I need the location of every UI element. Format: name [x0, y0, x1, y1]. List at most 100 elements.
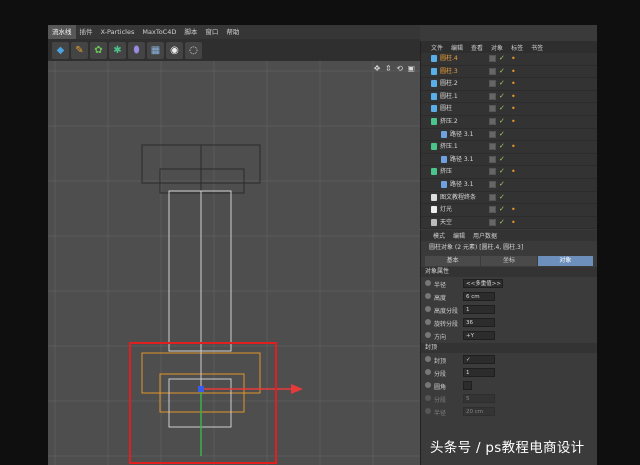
phong-tag-icon[interactable]: • — [511, 204, 516, 216]
object-name[interactable]: 圆柱.1 — [440, 91, 458, 103]
property-value-field[interactable]: 1 — [463, 305, 495, 314]
om-menu-item[interactable]: 对象 — [487, 43, 507, 52]
enabled-check-icon[interactable]: ✓ — [499, 53, 505, 65]
object-row[interactable]: 挤压 ✓ • — [421, 166, 597, 179]
enabled-check-icon[interactable]: ✓ — [499, 141, 505, 153]
visibility-toggle[interactable] — [489, 67, 496, 75]
animate-radio-icon[interactable] — [425, 395, 431, 401]
object-row[interactable]: 路径 3.1 ✓ — [421, 154, 597, 167]
enabled-check-icon[interactable]: ✓ — [499, 192, 505, 204]
object-row[interactable]: 图文教程终条 ✓ — [421, 192, 597, 205]
enabled-check-icon[interactable]: ✓ — [499, 78, 505, 90]
attr-tab[interactable]: 对象 — [537, 256, 593, 266]
visibility-toggle[interactable] — [489, 155, 496, 163]
attr-menu-item[interactable]: 用户数据 — [469, 231, 501, 240]
object-row[interactable]: 圆柱.1 ✓ • — [421, 91, 597, 104]
property-value-field[interactable]: 5 — [463, 394, 495, 403]
phong-tag-icon[interactable]: • — [511, 91, 516, 103]
light-icon[interactable]: ◌ — [185, 41, 202, 59]
object-name[interactable]: 挤压 — [440, 166, 452, 178]
visibility-toggle[interactable] — [489, 80, 496, 88]
object-name[interactable]: 图文教程终条 — [440, 192, 476, 204]
phong-tag-icon[interactable]: • — [511, 66, 516, 78]
brush-icon[interactable]: ✿ — [90, 41, 107, 59]
attr-menu-item[interactable]: 编辑 — [449, 231, 469, 240]
object-name[interactable]: 路径 3.1 — [450, 179, 473, 191]
animate-radio-icon[interactable] — [425, 332, 431, 338]
visibility-toggle[interactable] — [489, 117, 496, 125]
enabled-check-icon[interactable]: ✓ — [499, 217, 505, 229]
object-name[interactable]: 圆柱.2 — [440, 78, 458, 90]
object-row[interactable]: 天空 ✓ • — [421, 217, 597, 230]
menu-item[interactable]: 脚本 — [180, 25, 201, 39]
object-name[interactable]: 挤压.2 — [440, 116, 458, 128]
enabled-check-icon[interactable]: ✓ — [499, 166, 505, 178]
visibility-toggle[interactable] — [489, 55, 496, 62]
object-name[interactable]: 路径 3.1 — [450, 154, 473, 166]
attr-tab[interactable]: 坐标 — [481, 256, 537, 266]
visibility-toggle[interactable] — [489, 218, 496, 226]
object-name[interactable]: 圆柱 — [440, 103, 452, 115]
attr-menu-item[interactable]: 模式 — [429, 231, 449, 240]
animate-radio-icon[interactable] — [425, 356, 431, 362]
property-value-field[interactable]: 1 — [463, 368, 495, 377]
cube-icon[interactable]: ◆ — [52, 41, 69, 59]
visibility-toggle[interactable] — [489, 105, 496, 113]
animate-radio-icon[interactable] — [425, 319, 431, 325]
phong-tag-icon[interactable]: • — [511, 78, 516, 90]
animate-radio-icon[interactable] — [425, 280, 431, 286]
enabled-check-icon[interactable]: ✓ — [499, 179, 505, 191]
visibility-toggle[interactable] — [489, 168, 496, 176]
property-value-field[interactable]: 20 cm — [463, 407, 495, 416]
visibility-toggle[interactable] — [489, 180, 496, 188]
enabled-check-icon[interactable]: ✓ — [499, 129, 505, 141]
attr-tab[interactable]: 基本 — [425, 256, 481, 266]
visibility-toggle[interactable] — [489, 143, 496, 151]
object-row[interactable]: 路径 3.1 ✓ — [421, 179, 597, 192]
shape-icon[interactable]: ⬮ — [128, 41, 145, 59]
property-value-field[interactable]: 36 — [463, 318, 495, 327]
visibility-toggle[interactable] — [489, 193, 496, 201]
property-value-field[interactable]: +Y — [463, 331, 495, 340]
phong-tag-icon[interactable]: • — [511, 217, 516, 229]
object-name[interactable]: 圆柱.3 — [440, 66, 458, 78]
om-menu-item[interactable]: 编辑 — [447, 43, 467, 52]
property-value-field[interactable]: 6 cm — [463, 292, 495, 301]
property-checkbox[interactable] — [463, 381, 472, 390]
viewport-canvas[interactable] — [48, 61, 420, 465]
grid-icon[interactable]: ▦ — [147, 41, 164, 59]
property-value-field[interactable]: <<多重值>> — [463, 279, 503, 288]
object-row[interactable]: 挤压.2 ✓ • — [421, 116, 597, 129]
enabled-check-icon[interactable]: ✓ — [499, 66, 505, 78]
animate-radio-icon[interactable] — [425, 382, 431, 388]
object-row[interactable]: 灯光 ✓ • — [421, 204, 597, 217]
object-name[interactable]: 挤压.1 — [440, 141, 458, 153]
animate-radio-icon[interactable] — [425, 306, 431, 312]
menu-item[interactable]: 流水线 — [48, 25, 76, 39]
phong-tag-icon[interactable]: • — [511, 116, 516, 128]
object-name[interactable]: 天空 — [440, 217, 452, 229]
phong-tag-icon[interactable]: • — [511, 103, 516, 115]
enabled-check-icon[interactable]: ✓ — [499, 116, 505, 128]
phong-tag-icon[interactable]: • — [511, 166, 516, 178]
enabled-check-icon[interactable]: ✓ — [499, 204, 505, 216]
om-menu-item[interactable]: 书签 — [527, 43, 547, 52]
phong-tag-icon[interactable]: • — [511, 53, 516, 65]
property-value-field[interactable]: ✓ — [463, 355, 495, 364]
visibility-toggle[interactable] — [489, 92, 496, 100]
animate-radio-icon[interactable] — [425, 408, 431, 414]
om-menu-item[interactable]: 标签 — [507, 43, 527, 52]
menu-item[interactable]: X-Particles — [97, 25, 139, 39]
object-row[interactable]: 挤压.1 ✓ • — [421, 141, 597, 154]
phong-tag-icon[interactable]: • — [511, 141, 516, 153]
animate-radio-icon[interactable] — [425, 293, 431, 299]
enabled-check-icon[interactable]: ✓ — [499, 154, 505, 166]
object-row[interactable]: 路径 3.1 ✓ — [421, 129, 597, 142]
menu-item[interactable]: 帮助 — [222, 25, 243, 39]
object-name[interactable]: 路径 3.1 — [450, 129, 473, 141]
visibility-toggle[interactable] — [489, 206, 496, 214]
menu-item[interactable]: 窗口 — [201, 25, 222, 39]
object-row[interactable]: 圆柱.2 ✓ • — [421, 78, 597, 91]
object-row[interactable]: 圆柱 ✓ • — [421, 103, 597, 116]
gear-icon[interactable]: ✱ — [109, 41, 126, 59]
